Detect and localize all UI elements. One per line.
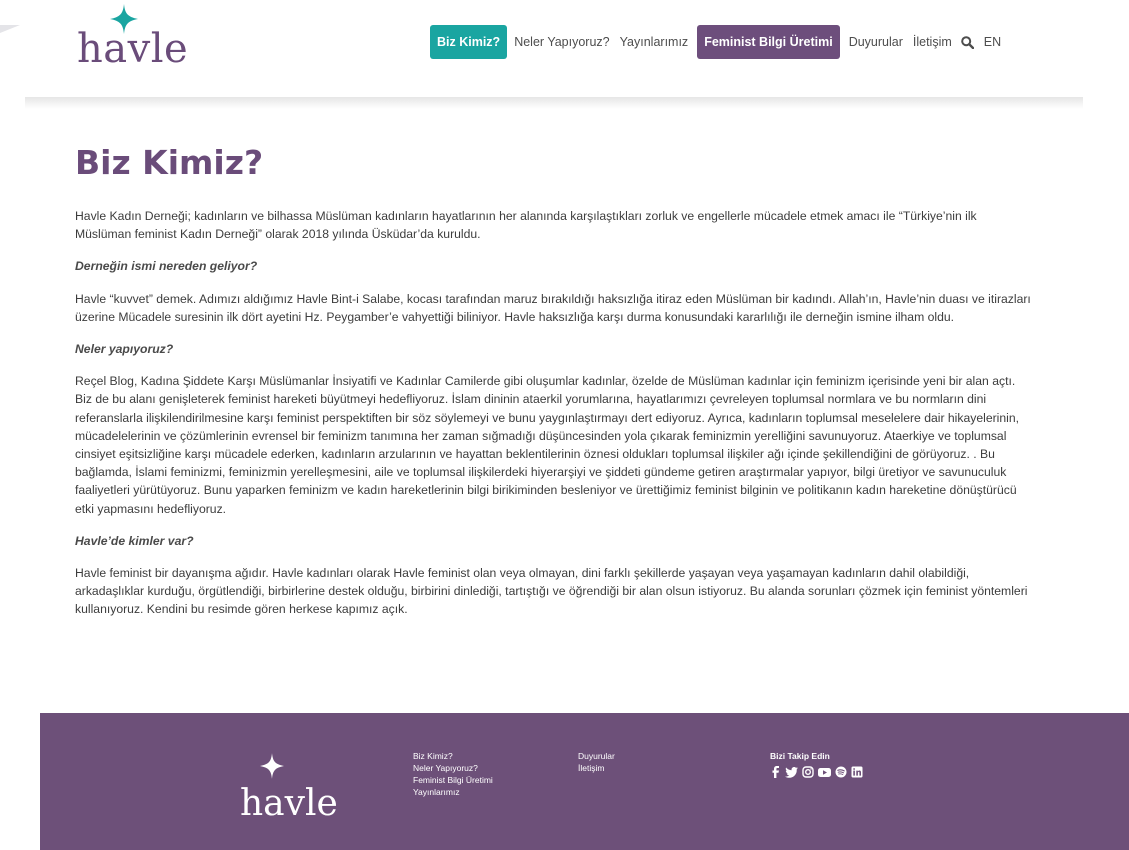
spotify-icon[interactable] xyxy=(835,766,847,778)
nav-biz-kimiz[interactable]: Biz Kimiz? xyxy=(430,25,508,59)
section-heading-name-origin: Derneğin ismi nereden geliyor? xyxy=(75,259,258,274)
linkedin-icon[interactable] xyxy=(851,766,863,778)
footer-link-iletisim[interactable]: İletişim xyxy=(578,762,615,774)
youtube-icon[interactable] xyxy=(818,766,831,778)
nav-iletisim[interactable]: İletişim xyxy=(908,25,957,59)
sparkle-icon xyxy=(260,753,284,779)
footer-social: Bizi Takip Edin xyxy=(770,750,863,778)
language-switch[interactable]: EN xyxy=(979,25,1006,59)
corner-decoration xyxy=(0,25,20,33)
site-header: havle Biz Kimiz? Neler Yapıyoruz? Yayınl… xyxy=(25,0,1083,100)
nav-yayinlarimiz[interactable]: Yayınlarımız xyxy=(615,25,694,59)
section-heading-who-is-here: Havle’de kimler var? xyxy=(75,533,194,548)
footer-link-biz-kimiz[interactable]: Biz Kimiz? xyxy=(413,750,493,762)
section-body-what-we-do: Reçel Blog, Kadına Şiddete Karşı Müslüma… xyxy=(75,374,1020,516)
site-footer: havle Biz Kimiz? Neler Yapıyoruz? Femini… xyxy=(40,713,1129,850)
section-body-who-is-here: Havle feminist bir dayanışma ağıdır. Hav… xyxy=(75,566,1028,617)
social-icons xyxy=(770,766,863,778)
footer-link-yayinlarimiz[interactable]: Yayınlarımız xyxy=(413,786,493,798)
logo-text: havle xyxy=(77,26,189,72)
header-shadow xyxy=(25,97,1083,109)
nav-feminist-bilgi-uretimi[interactable]: Feminist Bilgi Üretimi xyxy=(697,25,840,59)
footer-link-duyurular[interactable]: Duyurular xyxy=(578,750,615,762)
instagram-icon[interactable] xyxy=(802,766,814,778)
search-icon[interactable] xyxy=(957,25,979,59)
footer-links-col2: Duyurular İletişim xyxy=(578,750,615,774)
footer-logo[interactable]: havle xyxy=(240,751,350,824)
nav-neler-yapiyoruz[interactable]: Neler Yapıyoruz? xyxy=(509,25,614,59)
section-body-name-origin: Havle “kuvvet” demek. Adımızı aldığımız … xyxy=(75,291,1031,324)
nav-duyurular[interactable]: Duyurular xyxy=(844,25,908,59)
twitter-icon[interactable] xyxy=(785,766,798,778)
section-heading-what-we-do: Neler yapıyoruz? xyxy=(75,342,174,357)
site-logo[interactable]: havle xyxy=(77,4,189,78)
footer-logo-text: havle xyxy=(240,783,338,824)
footer-link-feminist-bilgi-uretimi[interactable]: Feminist Bilgi Üretimi xyxy=(413,774,493,786)
main-content: Havle Kadın Derneği; kadınların ve bilha… xyxy=(75,207,1035,633)
follow-title: Bizi Takip Edin xyxy=(770,751,830,761)
facebook-icon[interactable] xyxy=(770,766,781,778)
main-nav: Biz Kimiz? Neler Yapıyoruz? Yayınlarımız… xyxy=(430,25,1006,59)
page-title: Biz Kimiz? xyxy=(75,143,264,182)
footer-links-col1: Biz Kimiz? Neler Yapıyoruz? Feminist Bil… xyxy=(413,750,493,798)
intro-paragraph: Havle Kadın Derneği; kadınların ve bilha… xyxy=(75,209,977,242)
footer-link-neler-yapiyoruz[interactable]: Neler Yapıyoruz? xyxy=(413,762,493,774)
